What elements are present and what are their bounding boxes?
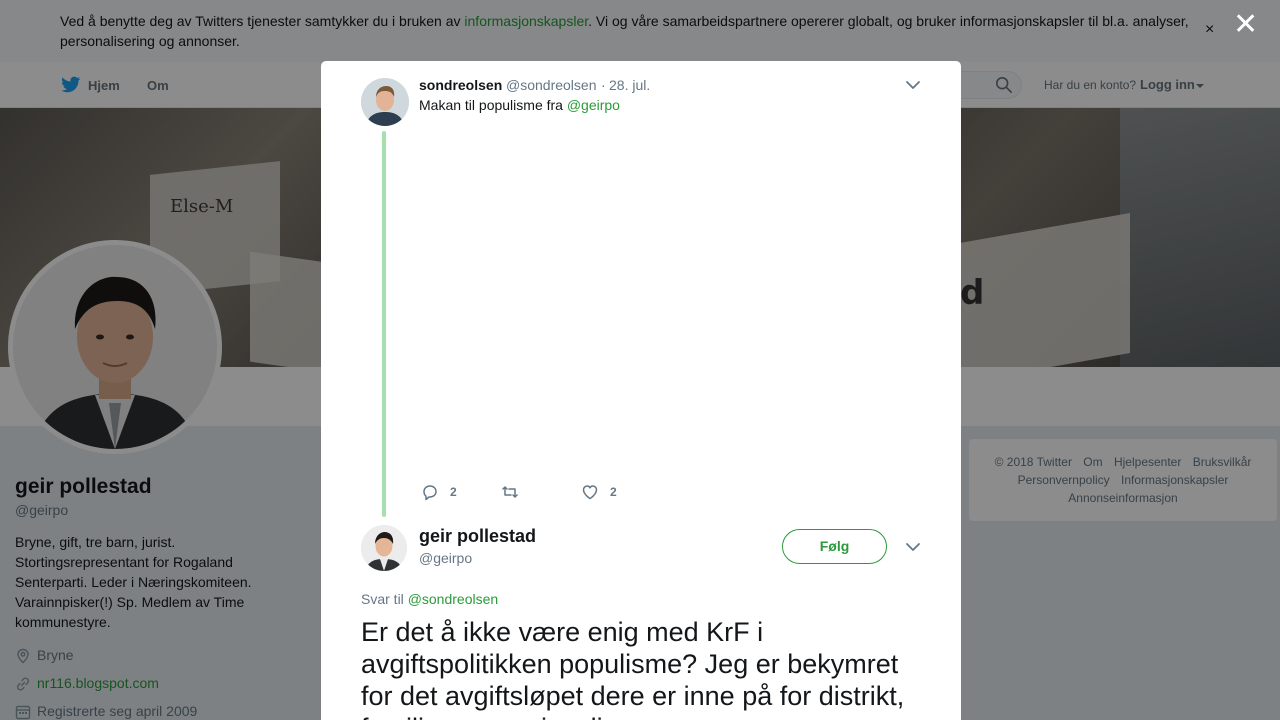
tweet-timestamp[interactable]: 28. jul.	[609, 77, 650, 93]
avatar[interactable]	[361, 78, 409, 126]
tweet-text: Er det å ikke være enig med KrF i avgift…	[361, 617, 905, 720]
mention-link[interactable]: @geirpo	[567, 97, 620, 113]
retweet-icon	[502, 486, 518, 498]
reply-icon	[423, 485, 437, 501]
chevron-down-icon[interactable]	[905, 79, 921, 91]
avatar[interactable]	[361, 525, 407, 571]
separator: ·	[601, 77, 606, 93]
mention-link[interactable]: @sondreolsen	[408, 591, 499, 607]
reply-context: Svar til @sondreolsen	[361, 591, 498, 607]
reply-count: 2	[450, 485, 457, 499]
chevron-down-icon[interactable]	[905, 541, 921, 553]
tweet-author-handle[interactable]: @sondreolsen	[506, 77, 597, 93]
tweet-permalink-modal: sondreolsen @sondreolsen · 28. jul. Maka…	[321, 61, 961, 720]
modal-close-button[interactable]: ✕	[1233, 10, 1258, 40]
tweet-author-handle[interactable]: @geirpo	[419, 550, 472, 566]
person-portrait-icon	[361, 78, 409, 126]
tweet-text: Makan til populisme fra @geirpo	[419, 97, 620, 113]
person-portrait-icon	[361, 525, 407, 571]
tweet-author-name[interactable]: sondreolsen	[419, 77, 502, 93]
follow-button[interactable]: Følg	[782, 529, 887, 564]
heart-icon	[582, 485, 598, 500]
conversation-thread-line	[382, 131, 386, 517]
reply-to-label: Svar til	[361, 591, 404, 607]
tweet-author-name[interactable]: geir pollestad	[419, 526, 536, 547]
like-count: 2	[610, 485, 617, 499]
tweet-text-body: Makan til populisme fra	[419, 97, 567, 113]
